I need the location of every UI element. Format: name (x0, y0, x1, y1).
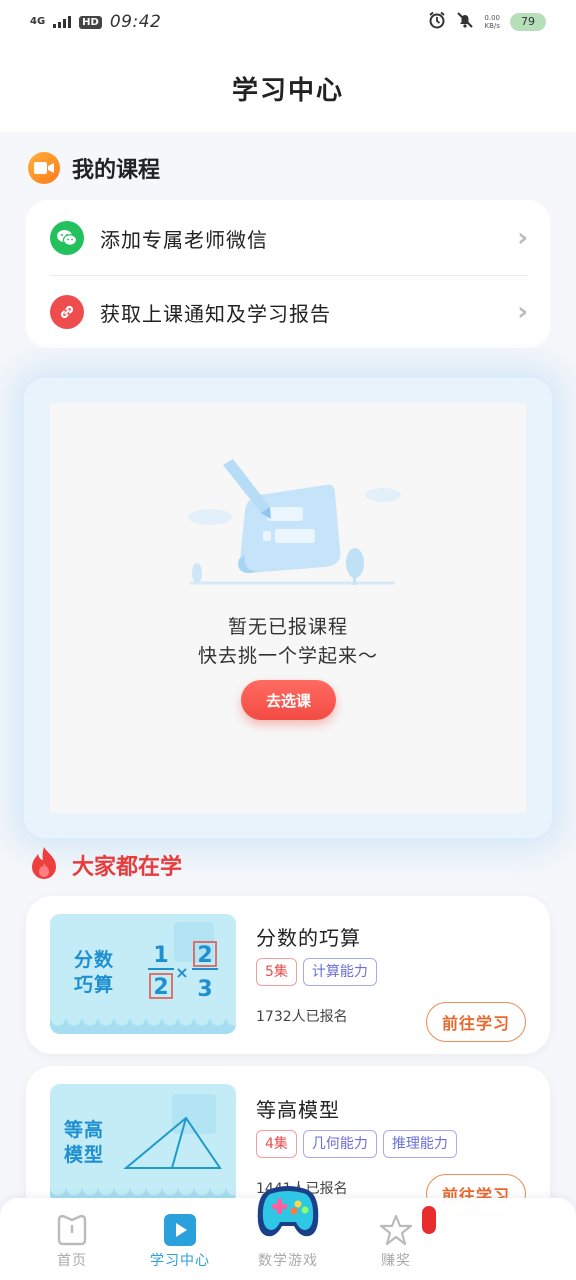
clock-time: 09:42 (109, 12, 162, 32)
svg-text:1: 1 (153, 943, 168, 968)
empty-message-line2: 快去挑一个学起来～ (197, 645, 378, 667)
hd-badge: HD (79, 15, 102, 29)
svg-text:2: 2 (153, 975, 168, 1000)
course-thumbnail: 等高 模型 (50, 1084, 236, 1204)
title-bar: 学习中心 (0, 44, 576, 132)
thumbnail-text-line1: 等高 (64, 1119, 105, 1141)
course-title: 分数的巧算 (256, 926, 361, 950)
choose-course-button[interactable]: 去选课 (241, 680, 336, 720)
net-speed: 0.00 KB/s (484, 14, 500, 30)
battery-indicator: 79 (510, 13, 546, 31)
play-video-icon (164, 1214, 196, 1246)
skill-tag: 推理能力 (382, 1130, 457, 1158)
class-notice-report-row[interactable]: 获取上课通知及学习报告 › (50, 276, 528, 348)
skill-tag: 几何能力 (302, 1130, 377, 1158)
episode-count-tag: 4集 (256, 1130, 297, 1158)
game-controller-icon (257, 1186, 319, 1237)
bottom-nav: 首页 学习中心 数学游戏 赚奖 (0, 1186, 576, 1280)
popular-title: 大家都在学 (72, 855, 183, 880)
alarm-icon (428, 11, 446, 33)
rewards-indicator (422, 1206, 436, 1234)
mute-bell-icon (456, 11, 474, 33)
popular-heading: 大家都在学 (28, 845, 182, 885)
network-indicator: 4G (30, 16, 46, 27)
svg-text:×: × (175, 963, 188, 982)
course-tags: 4集 几何能力 推理能力 (256, 1130, 457, 1158)
episode-count-tag: 5集 (256, 958, 297, 986)
go-study-button[interactable]: 前往学习 (426, 1002, 526, 1042)
svg-text:2: 2 (197, 943, 212, 968)
course-title: 等高模型 (256, 1098, 340, 1122)
my-courses-title: 我的课程 (72, 158, 161, 183)
course-card-fraction[interactable]: 1 2 × 2 3 分数 巧算 分数的巧算 5集 计算能力 1732人已报名 前… (26, 896, 550, 1054)
video-camera-icon (28, 152, 60, 184)
status-bar: 4G HD 09:42 0.00 KB/s 79 (0, 0, 576, 44)
net-speed-value: 0.00 (484, 14, 500, 22)
net-speed-unit: KB/s (484, 22, 500, 30)
star-icon (379, 1214, 413, 1246)
add-teacher-wechat-row[interactable]: 添加专属老师微信 › (50, 202, 528, 274)
wechat-icon (50, 221, 84, 255)
chevron-right-icon: › (517, 297, 528, 327)
link-icon (50, 295, 84, 329)
thumbnail-text-line2: 模型 (64, 1144, 105, 1166)
nav-rewards-label: 赚奖 (381, 1253, 411, 1269)
empty-message-line1: 暂无已报课程 (227, 616, 348, 638)
thumbnail-math-graphic: 1 2 × 2 3 (148, 922, 218, 1002)
svg-text:3: 3 (197, 977, 212, 1002)
my-courses-heading: 我的课程 (28, 152, 160, 184)
thumbnail-text-line1: 分数 (74, 949, 115, 971)
course-thumbnail: 1 2 × 2 3 分数 巧算 (50, 914, 236, 1034)
fire-icon (28, 845, 60, 885)
course-tags: 5集 计算能力 (256, 958, 377, 986)
empty-scroll-illustration (188, 459, 401, 585)
signal-icon (53, 13, 72, 32)
home-book-icon (57, 1214, 87, 1246)
nav-rewards[interactable]: 赚奖 (324, 1198, 468, 1280)
enrolled-count: 1732人已报名 (256, 1009, 348, 1025)
thumbnail-triangle-graphic (123, 1094, 222, 1169)
add-teacher-wechat-label: 添加专属老师微信 (100, 227, 268, 252)
thumbnail-wave (50, 1018, 236, 1034)
chevron-right-icon: › (517, 223, 528, 253)
thumbnail-text-line2: 巧算 (74, 974, 115, 996)
page-title: 学习中心 (231, 75, 344, 106)
class-notice-report-label: 获取上课通知及学习报告 (100, 301, 331, 326)
skill-tag: 计算能力 (302, 958, 377, 986)
